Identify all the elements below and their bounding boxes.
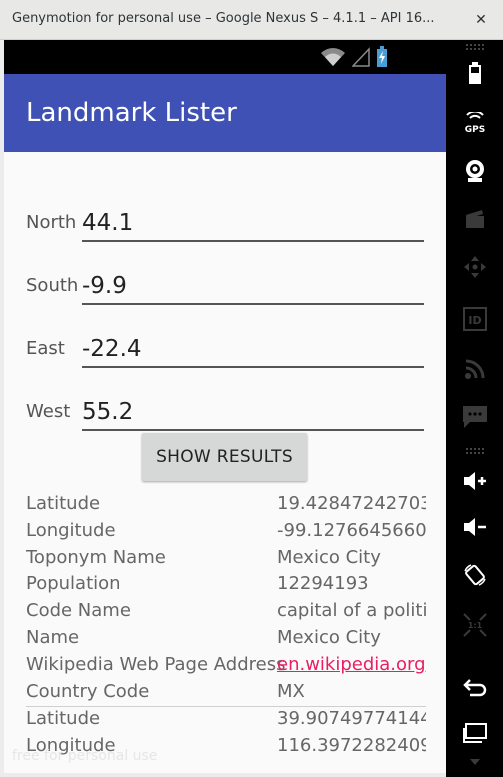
wikipedia-link[interactable]: en.wikipedia.org/ [277,654,426,675]
id-icon[interactable]: ID [458,302,492,336]
camera-icon[interactable] [458,154,492,188]
result-key: Longitude [26,519,116,541]
result-key: Latitude [26,493,101,514]
gps-text: GPS [465,125,485,134]
west-label: West [26,401,71,422]
wifi-icon [321,48,345,66]
recent-apps-icon[interactable] [458,716,492,750]
back-icon[interactable] [458,670,492,704]
media-icon[interactable] [458,202,492,236]
battery-icon[interactable] [458,56,492,90]
window-titlebar: Genymotion for personal use – Google Nex… [0,0,503,40]
result-row: Code Name capital of a politic [26,599,446,626]
signal-icon [352,47,370,67]
result-value: -99.1276645660 [277,519,426,541]
result-row: Longitude -99.1276645660 [26,519,446,546]
results-list: Latitude 19.42847242703 Longitude -99.1276… [26,492,446,761]
result-row: Latitude 39.90749774144 [26,707,446,734]
result-key: Code Name [26,600,131,622]
result-value: 12294193 [277,573,369,595]
result-row: Latitude 19.42847242703 [26,492,446,519]
result-row: Toponym Name Mexico City [26,546,446,573]
south-underline [82,303,424,305]
toolbar-grip [466,44,484,50]
emulator-window: Genymotion for personal use – Google Nex… [0,0,503,777]
result-key: Wikipedia Web Page Address [26,653,286,675]
west-underline [82,429,424,431]
app-title: Landmark Lister [26,98,237,128]
result-value: Mexico City [277,626,381,648]
result-key: Name [26,626,80,648]
dpad-icon[interactable] [458,250,492,284]
north-row: North [26,192,426,244]
result-key: Latitude [26,708,101,730]
show-results-button[interactable]: SHOW RESULTS [142,433,307,481]
result-key: Population [26,573,121,595]
result-row: Population 12294193 [26,572,446,599]
result-key: Country Code [26,680,150,702]
west-row: West [26,381,426,433]
volume-up-icon[interactable] [458,464,492,498]
pixel-perfect-icon[interactable]: 1:1 [458,608,492,642]
window-title: Genymotion for personal use – Google Nex… [12,11,435,26]
south-row: South [26,255,426,307]
west-input[interactable] [82,395,424,429]
rotate-icon[interactable] [458,558,492,592]
network-icon[interactable] [458,352,492,386]
east-label: East [26,338,65,359]
scroll-down-icon[interactable] [458,752,492,772]
east-row: East [26,318,426,370]
result-row: Wikipedia Web Page Address en.wikipedia.o… [26,653,446,680]
battery-charging-icon [377,46,387,67]
north-input[interactable] [82,206,424,240]
main-content: North South East West SHOW RESULTS [4,152,446,773]
result-value: Mexico City [277,546,381,568]
app-bar: Landmark Lister [4,74,446,152]
status-bar [4,40,446,74]
device-screen: Landmark Lister North South East West [4,40,446,773]
east-underline [82,366,424,368]
sms-icon[interactable] [458,400,492,434]
result-value: MX [277,680,305,702]
toolbar-grip [466,448,484,454]
result-row: Name Mexico City [26,626,446,653]
north-label: North [26,212,77,233]
north-underline [82,240,424,242]
close-icon[interactable]: ✕ [471,10,491,30]
id-text: ID [468,314,481,327]
emulator-toolbar: GPS ID 1:1 [446,40,503,777]
result-row: Country Code MX [26,680,446,707]
result-value: 39.90749774144 [277,708,426,730]
gps-icon[interactable]: GPS [458,106,492,140]
east-input[interactable] [82,332,424,366]
volume-down-icon[interactable] [458,510,492,544]
south-label: South [26,275,79,296]
scale-text: 1:1 [468,621,483,630]
south-input[interactable] [82,269,424,303]
result-value: capital of a politic [277,600,426,622]
result-key: Toponym Name [26,546,166,568]
result-value: 19.42847242703 [277,493,426,514]
result-value: 116.3972282409 [277,735,426,757]
watermark: free for personal use [12,748,158,764]
